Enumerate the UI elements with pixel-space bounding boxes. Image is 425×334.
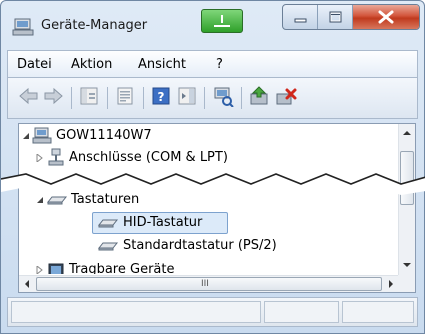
expand-arrow-icon[interactable] [36, 154, 44, 162]
tree-label-portable-devices: Tragbare Geräte [69, 262, 175, 274]
cut-indicator [1, 173, 425, 195]
tree-item-computer[interactable]: GOW11140W7 [19, 126, 399, 146]
status-bar [7, 297, 418, 327]
collapse-arrow-icon[interactable] [36, 196, 44, 204]
uac-shield-button[interactable] [201, 9, 243, 33]
tree-label-computer: GOW11140W7 [56, 128, 152, 143]
keyboard-icon [97, 242, 119, 251]
properties-icon[interactable] [114, 85, 136, 107]
help-icon[interactable]: ? [150, 85, 172, 107]
expand-arrow-icon[interactable] [36, 266, 44, 274]
scroll-up-arrow-icon[interactable] [403, 130, 411, 136]
window-title: Geräte-Manager [41, 18, 148, 33]
menu-bar: Datei Aktion Ansicht ? [7, 50, 418, 78]
collapse-arrow-icon[interactable] [22, 132, 30, 140]
menu-help[interactable]: ? [216, 57, 223, 72]
minimize-button[interactable] [283, 5, 318, 29]
toolbar-separator [204, 87, 205, 109]
title-bar[interactable]: Geräte-Manager [1, 1, 424, 45]
tree-label-hid-keyboard: HID-Tastatur [123, 215, 203, 230]
device-manager-app-icon [12, 18, 34, 36]
status-segment [264, 301, 339, 323]
status-segment [342, 301, 414, 323]
scroll-grip: III [201, 279, 209, 289]
update-driver-icon[interactable] [248, 85, 272, 107]
forward-icon[interactable] [43, 85, 65, 107]
svg-text:?: ? [158, 90, 165, 104]
toolbar: ? [7, 78, 418, 119]
horizontal-scrollbar[interactable]: III [19, 275, 400, 292]
scroll-left-arrow-icon[interactable] [24, 280, 30, 288]
toolbar-separator [241, 87, 242, 109]
port-icon [48, 148, 64, 166]
tree-label-ports: Anschlüsse (COM & LPT) [69, 150, 228, 165]
action-pane-icon[interactable] [176, 85, 198, 107]
minimize-icon [294, 18, 307, 23]
vertical-scrollbar[interactable] [398, 124, 415, 275]
toolbar-separator [143, 87, 144, 109]
tree-item-hid-keyboard[interactable]: HID-Tastatur [19, 213, 399, 233]
menu-ansicht[interactable]: Ansicht [138, 57, 186, 72]
menu-aktion[interactable]: Aktion [71, 57, 112, 72]
portable-device-icon [48, 263, 64, 274]
scroll-corner [398, 275, 415, 292]
maximize-icon [329, 11, 342, 23]
caption-buttons [282, 4, 420, 30]
tree-item-portable-devices[interactable]: Tragbare Geräte [19, 260, 399, 274]
close-button[interactable] [353, 5, 419, 29]
toolbar-separator [71, 87, 72, 109]
computer-icon [32, 127, 52, 144]
tree-label-standard-keyboard: Standardtastatur (PS/2) [123, 238, 277, 253]
keyboard-icon [97, 219, 119, 228]
tree-item-standard-keyboard[interactable]: Standardtastatur (PS/2) [19, 236, 399, 256]
device-manager-window: Geräte-Manager Datei Aktion Ansicht ? ? … [0, 0, 425, 334]
close-icon [378, 10, 394, 24]
status-segment [11, 301, 261, 323]
show-hide-console-tree-icon[interactable] [78, 85, 100, 107]
uac-icon [214, 15, 230, 27]
tree-item-ports[interactable]: Anschlüsse (COM & LPT) [19, 148, 399, 168]
menu-datei[interactable]: Datei [17, 57, 52, 72]
device-tree[interactable]: GOW11140W7 Anschlüsse (COM & LPT) Tastat… [18, 123, 416, 293]
scroll-down-arrow-icon[interactable] [403, 262, 411, 268]
toolbar-separator [107, 87, 108, 109]
scan-hardware-icon[interactable] [211, 85, 235, 107]
maximize-button[interactable] [318, 5, 353, 29]
scroll-right-arrow-icon[interactable] [388, 280, 394, 288]
uninstall-device-icon[interactable] [274, 85, 298, 107]
horizontal-scroll-thumb[interactable]: III [36, 277, 382, 291]
back-icon[interactable] [17, 85, 39, 107]
